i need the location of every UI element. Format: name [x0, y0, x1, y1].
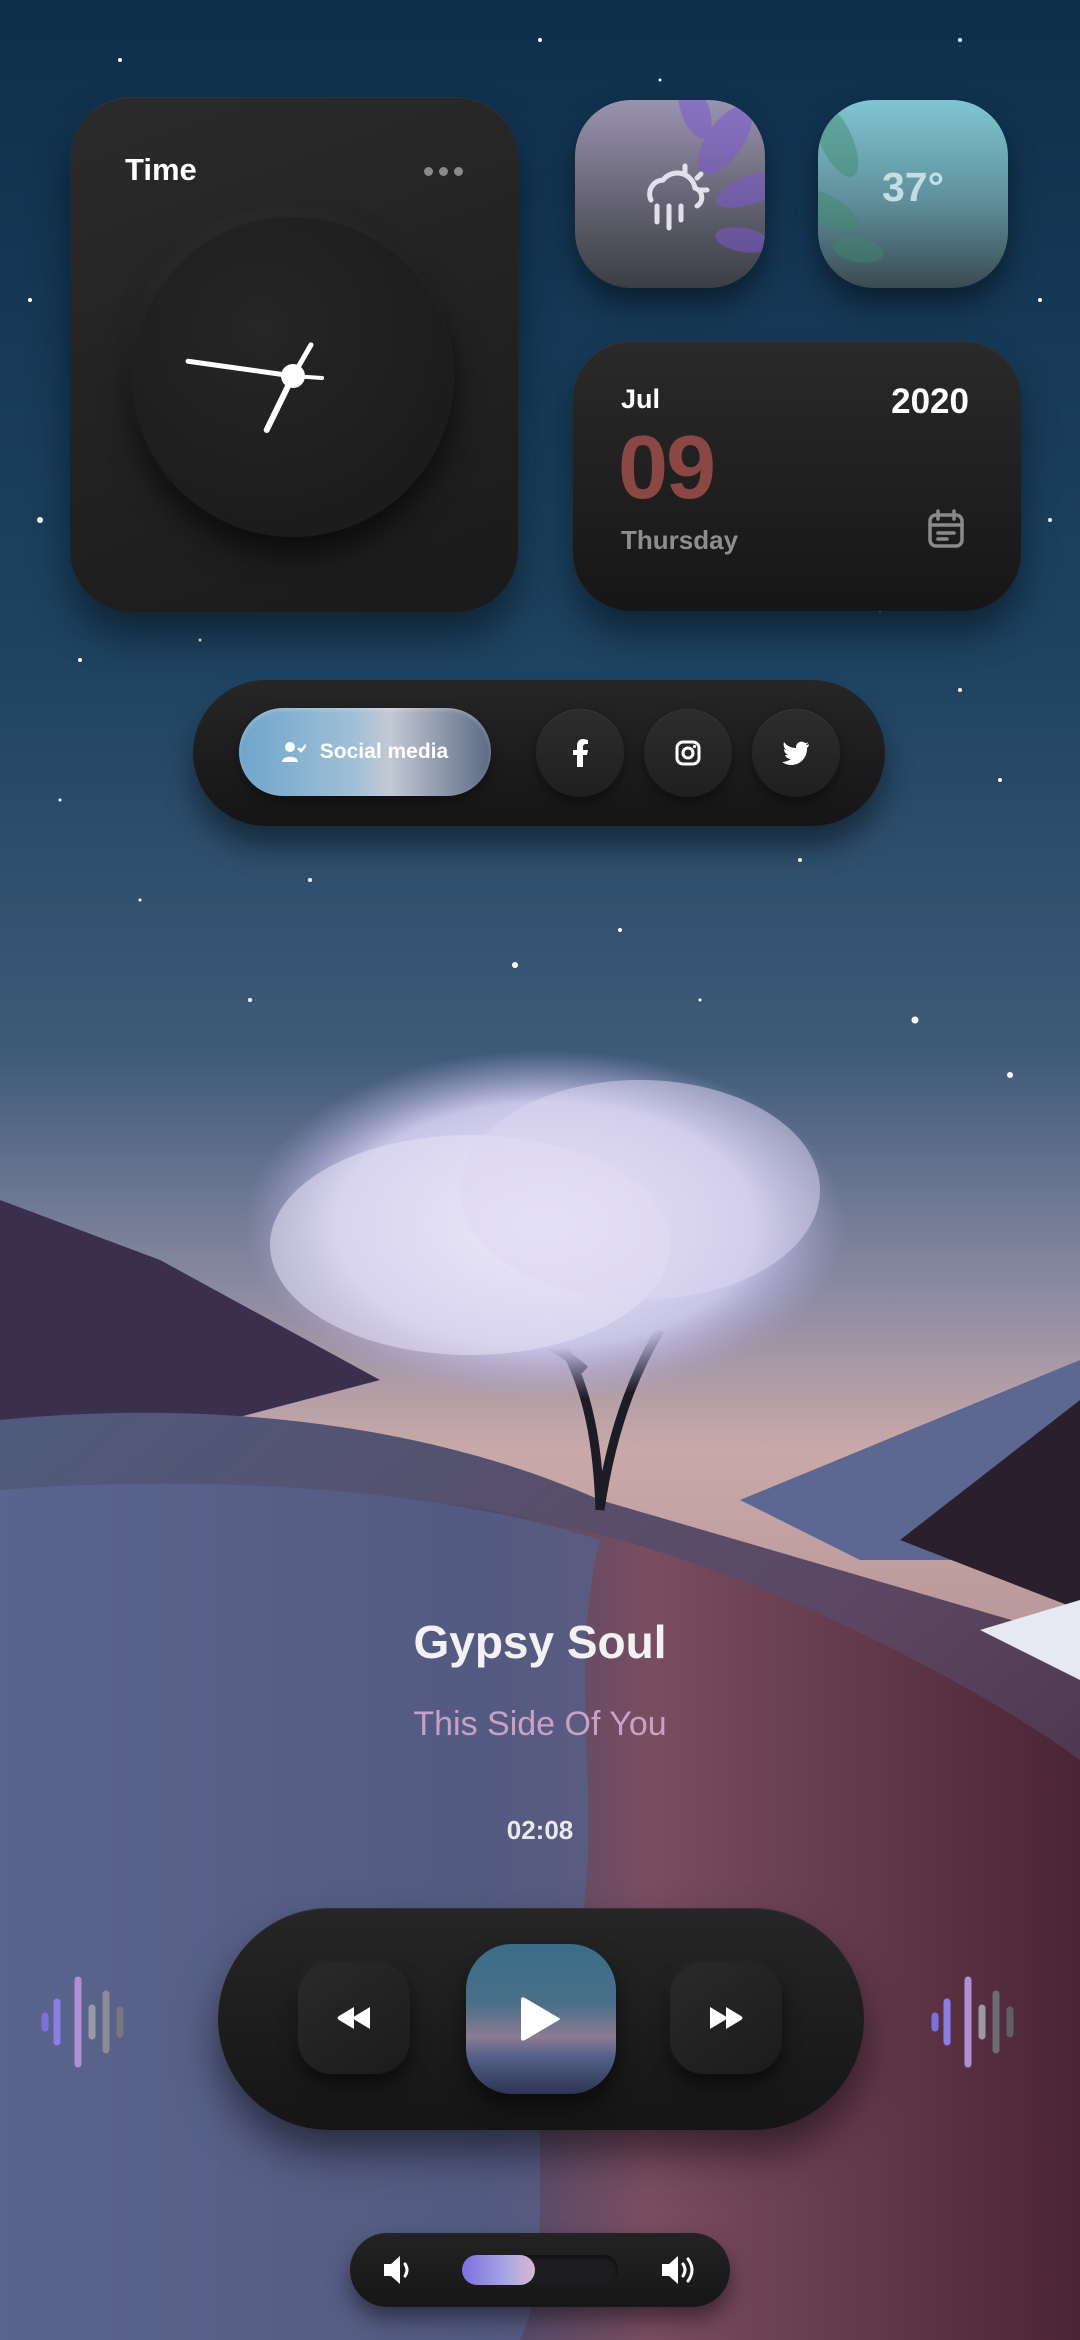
- minute-hand: [185, 358, 296, 379]
- song-title: Gypsy Soul: [413, 1616, 667, 1668]
- equalizer-icon: [931, 1976, 1014, 2068]
- play-button[interactable]: [466, 1944, 616, 2094]
- date-month: Jul: [621, 384, 661, 414]
- play-icon: [521, 1997, 560, 2041]
- twitter-icon: [782, 741, 809, 765]
- analog-clock: [132, 215, 454, 537]
- fast-forward-button[interactable]: [670, 1962, 782, 2074]
- more-options-icon[interactable]: [424, 167, 463, 176]
- equalizer-icon: [41, 1976, 124, 2068]
- time-widget[interactable]: Time: [70, 97, 518, 612]
- user-check-icon: [281, 742, 306, 762]
- time-widget-title: Time: [125, 152, 197, 187]
- date-day: 09: [618, 418, 716, 518]
- instagram-icon: [675, 740, 701, 766]
- facebook-icon: [573, 739, 588, 767]
- volume-up-icon[interactable]: [660, 2251, 698, 2289]
- social-bar: Social media: [193, 680, 885, 826]
- cloud-sun-rain-icon: [647, 163, 710, 231]
- instagram-button[interactable]: [644, 709, 732, 797]
- song-elapsed-time: 02:08: [506, 1815, 574, 1845]
- social-media-label: Social media: [319, 740, 449, 763]
- temperature-value: 37°: [881, 164, 944, 210]
- calendar-icon[interactable]: [927, 509, 965, 549]
- volume-control: [350, 2233, 730, 2307]
- volume-down-icon[interactable]: [382, 2253, 414, 2287]
- date-widget[interactable]: Jul 2020 09 Thursday: [573, 341, 1021, 611]
- twitter-button[interactable]: [752, 709, 840, 797]
- fast-forward-icon: [710, 2007, 743, 2029]
- rewind-button[interactable]: [298, 1962, 410, 2074]
- player-controls: [218, 1908, 864, 2130]
- social-media-button[interactable]: Social media: [239, 708, 491, 796]
- volume-slider[interactable]: [462, 2255, 618, 2285]
- song-artist: This Side Of You: [413, 1705, 667, 1743]
- temperature-tile[interactable]: 37°: [818, 100, 1008, 288]
- facebook-button[interactable]: [536, 709, 624, 797]
- weather-condition-tile[interactable]: [575, 100, 765, 288]
- volume-slider-fill: [462, 2255, 536, 2285]
- date-year: 2020: [891, 382, 969, 421]
- rewind-icon: [337, 2007, 370, 2029]
- date-weekday: Thursday: [621, 525, 739, 555]
